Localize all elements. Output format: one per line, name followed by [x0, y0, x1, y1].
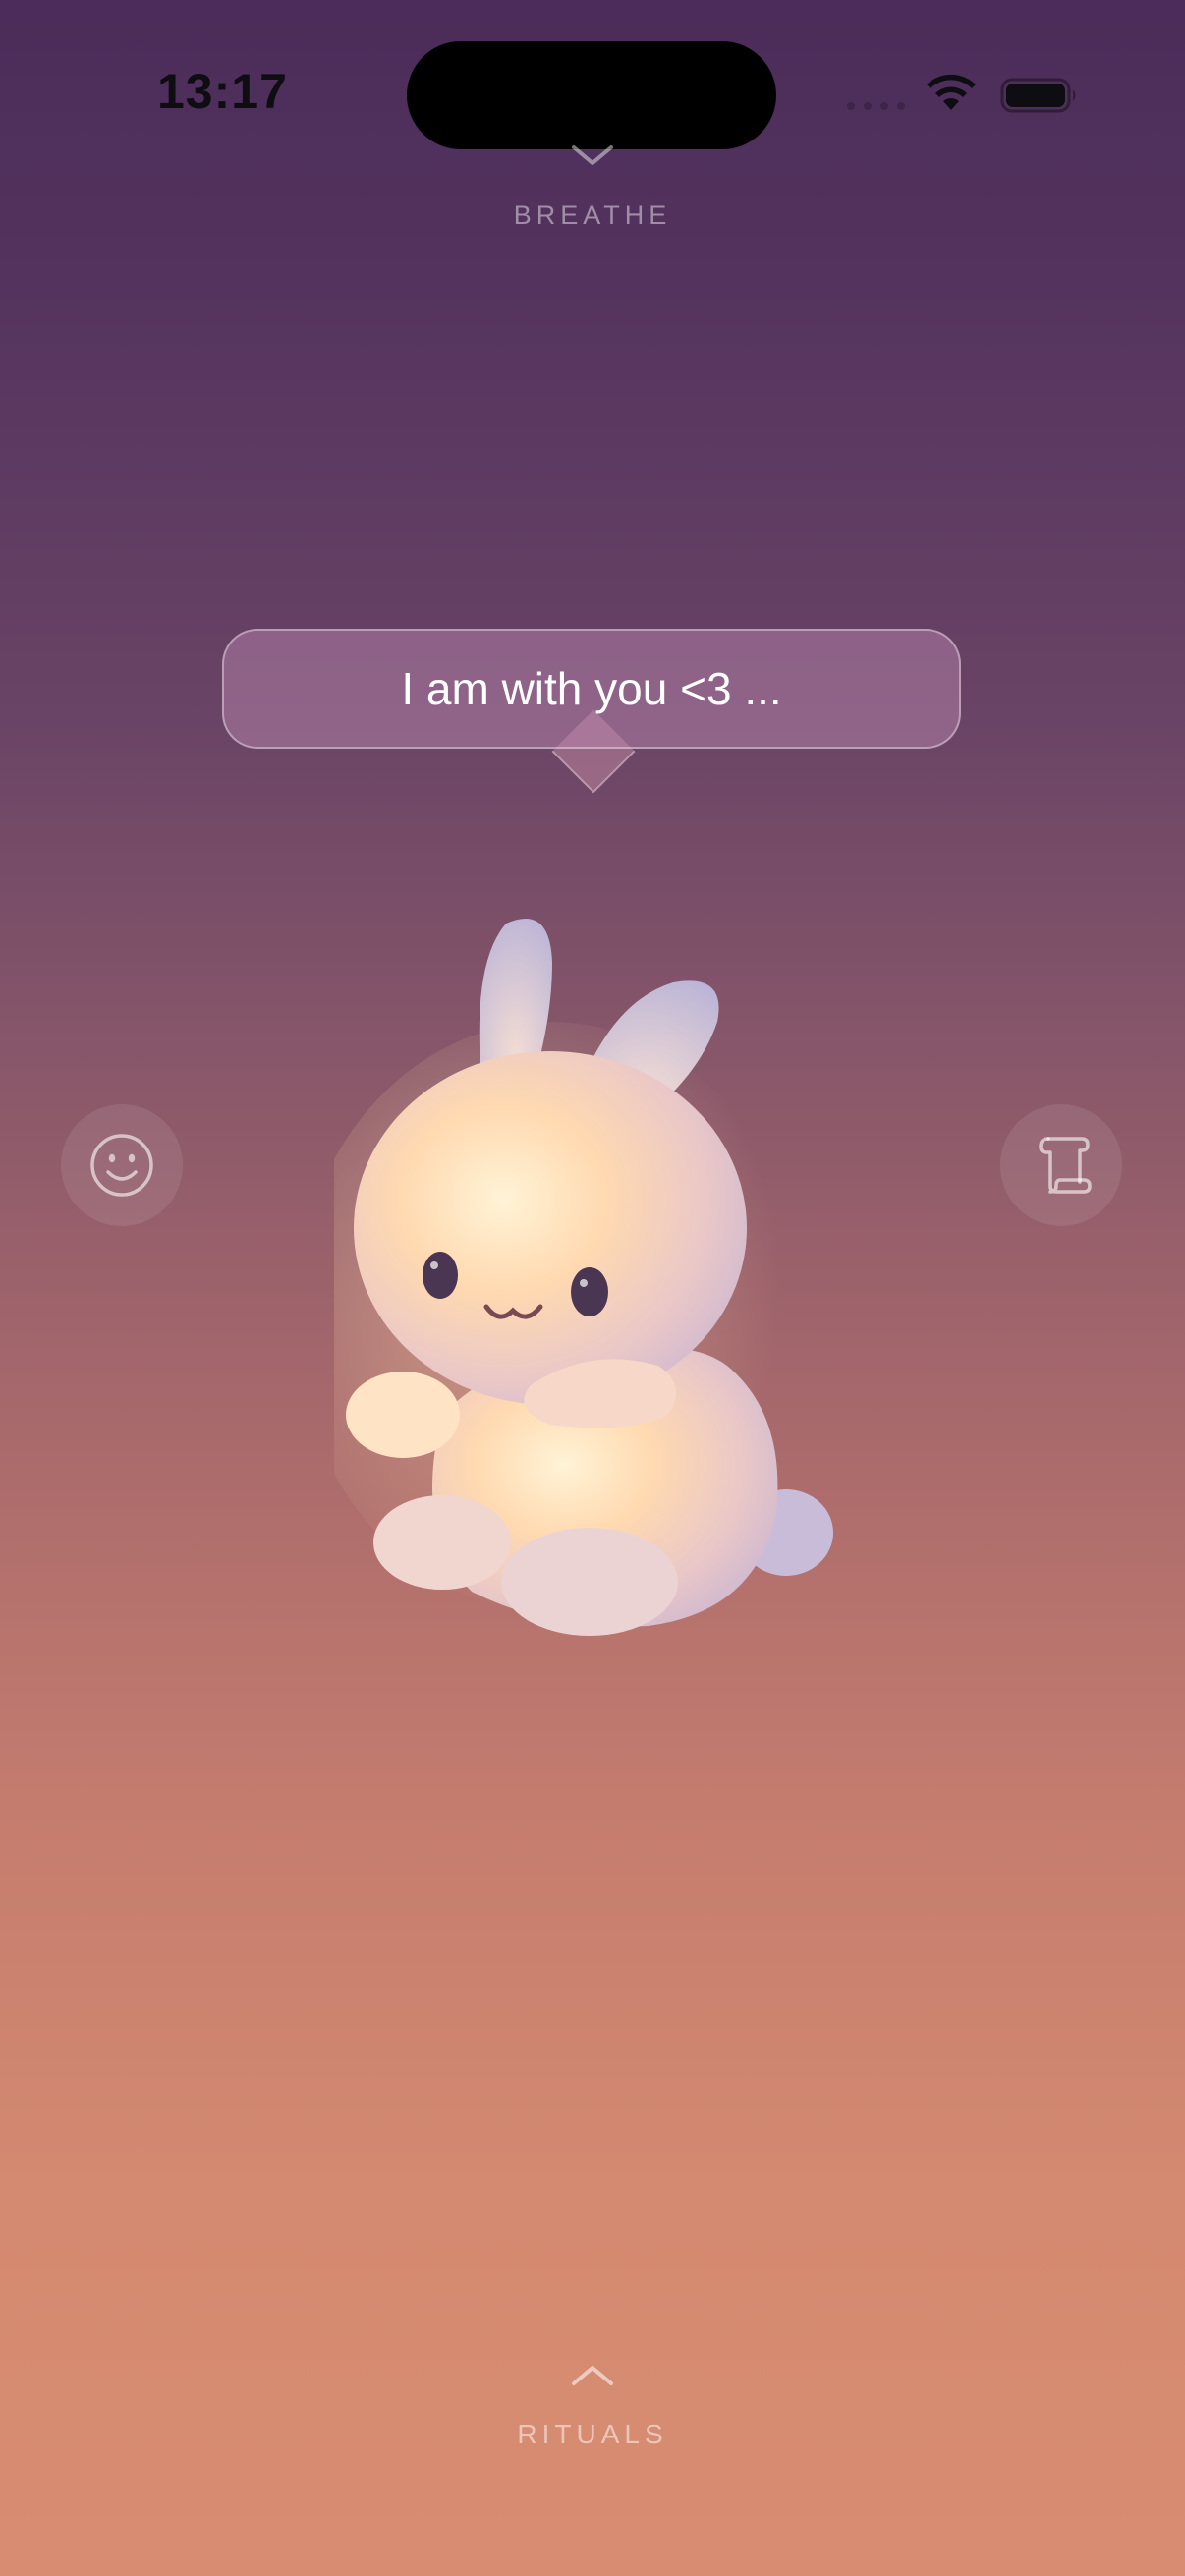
bunny-character[interactable]: [334, 904, 865, 1651]
cellular-signal-icon: [847, 102, 905, 110]
rituals-label[interactable]: RITUALS: [0, 2419, 1185, 2450]
chevron-up-icon[interactable]: [566, 2360, 619, 2389]
speech-bubble-box: I am with you <3 ...: [222, 629, 961, 749]
mood-button[interactable]: [61, 1104, 183, 1226]
speech-bubble-text: I am with you <3 ...: [401, 663, 782, 714]
wifi-icon: [927, 74, 976, 110]
journal-button[interactable]: [1000, 1104, 1122, 1226]
status-time: 13:17: [157, 64, 288, 119]
scroll-icon: [1039, 1137, 1092, 1194]
dynamic-island: [407, 41, 776, 149]
chevron-down-icon[interactable]: [566, 140, 619, 169]
smiley-face-icon: [90, 1134, 153, 1197]
battery-icon: [1000, 78, 1076, 113]
breathe-label[interactable]: BREATHE: [0, 200, 1185, 231]
